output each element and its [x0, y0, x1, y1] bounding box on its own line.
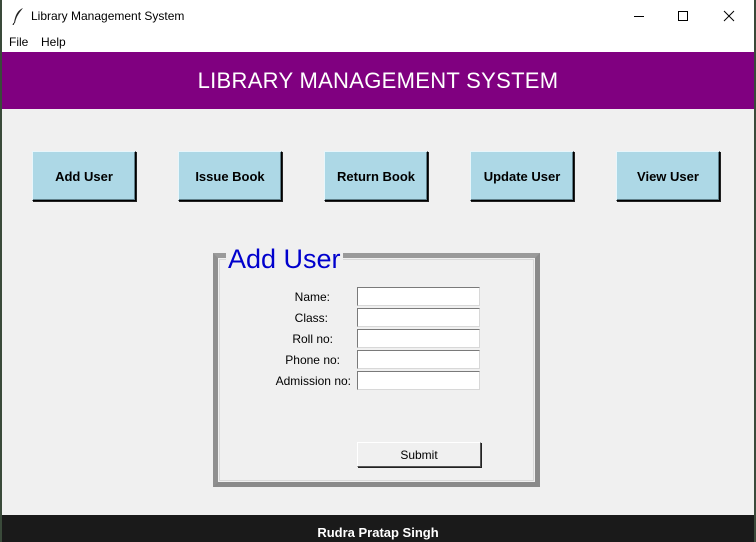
- name-label: Name:: [294, 290, 330, 304]
- menu-help[interactable]: Help: [41, 35, 66, 49]
- class-label: Class:: [294, 311, 328, 325]
- name-field[interactable]: [357, 287, 480, 306]
- roll-no-field[interactable]: [357, 329, 480, 348]
- app-window: Library Management System File Help LIBR…: [2, 0, 754, 542]
- menu-bar: File Help: [2, 32, 754, 52]
- minimize-icon: [634, 16, 644, 17]
- header-banner: LIBRARY MANAGEMENT SYSTEM: [2, 52, 754, 109]
- update-user-button[interactable]: Update User: [470, 151, 574, 201]
- form-title: Add User: [226, 243, 343, 275]
- menu-file[interactable]: File: [9, 35, 28, 49]
- class-field[interactable]: [357, 308, 480, 327]
- minimize-button[interactable]: [616, 0, 662, 32]
- page-title: LIBRARY MANAGEMENT SYSTEM: [197, 67, 559, 93]
- maximize-button[interactable]: [660, 0, 706, 32]
- feather-icon: [12, 7, 26, 26]
- window-title: Library Management System: [31, 9, 185, 23]
- issue-book-button[interactable]: Issue Book: [178, 151, 282, 201]
- admission-no-field[interactable]: [357, 371, 480, 390]
- admission-no-label: Admission no:: [275, 374, 351, 388]
- view-user-button[interactable]: View User: [616, 151, 720, 201]
- close-button[interactable]: [706, 0, 752, 32]
- submit-button[interactable]: Submit: [357, 442, 481, 467]
- phone-no-field[interactable]: [357, 350, 480, 369]
- author-credit: Rudra Pratap Singh: [317, 525, 439, 540]
- maximize-icon: [678, 11, 688, 21]
- return-book-button[interactable]: Return Book: [324, 151, 428, 201]
- close-icon: [723, 10, 735, 22]
- add-user-button[interactable]: Add User: [32, 151, 136, 201]
- roll-no-label: Roll no:: [292, 332, 333, 346]
- phone-no-label: Phone no:: [285, 353, 340, 367]
- title-bar: Library Management System: [2, 0, 754, 32]
- footer-bar: Rudra Pratap Singh: [2, 515, 754, 542]
